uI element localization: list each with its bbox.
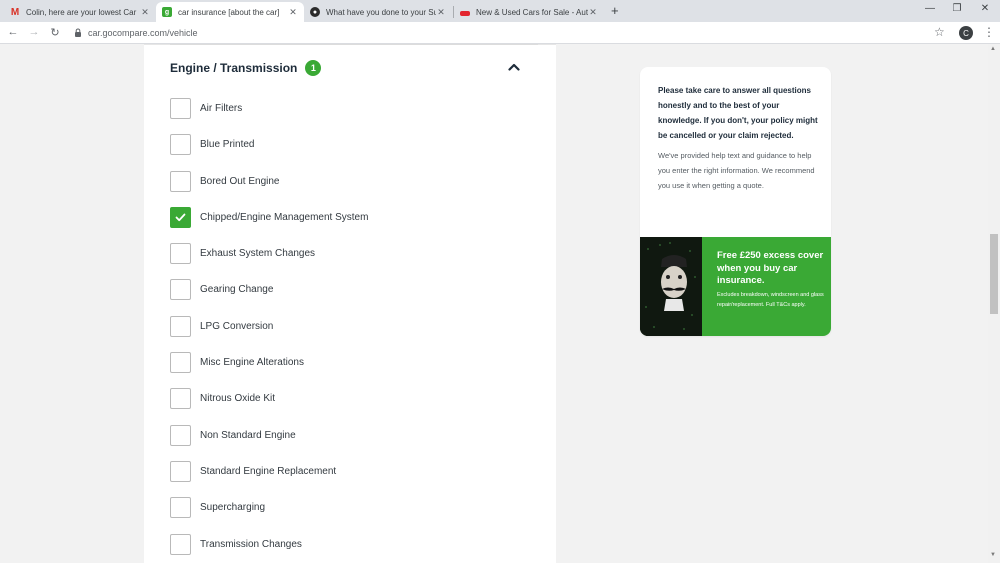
option-label: Chipped/Engine Management System: [200, 211, 369, 223]
option-label: Transmission Changes: [200, 538, 302, 550]
checkbox[interactable]: [170, 170, 191, 192]
option-bored-out-engine[interactable]: Bored Out Engine: [170, 170, 280, 192]
tab-title: What have you done to your Sup: [326, 7, 437, 17]
divider: [170, 44, 538, 45]
promo-terms: Excludes breakdown, windscreen and glass…: [717, 292, 824, 308]
option-transmission-changes[interactable]: Transmission Changes: [170, 533, 302, 555]
excess-cover-promo[interactable]: Free £250 excess cover when you buy car …: [640, 237, 831, 336]
forward-icon[interactable]: →: [27, 26, 41, 38]
new-tab-icon[interactable]: +: [611, 3, 619, 18]
back-icon[interactable]: ←: [6, 26, 20, 38]
lock-icon: [75, 28, 81, 37]
tab-autotrader[interactable]: New & Used Cars for Sale - Auto ✕: [454, 2, 604, 22]
option-exhaust-system-changes[interactable]: Exhaust System Changes: [170, 242, 315, 264]
gmail-icon: M: [10, 6, 20, 18]
checkbox-checked[interactable]: [170, 206, 191, 228]
chevron-up-icon[interactable]: [507, 60, 521, 74]
option-lpg-conversion[interactable]: LPG Conversion: [170, 315, 273, 337]
selected-count-badge: 1: [305, 60, 322, 76]
scroll-down-arrow-icon[interactable]: ▼: [990, 552, 996, 558]
tab-title: car insurance [about the car]: [178, 7, 280, 17]
option-label: LPG Conversion: [200, 320, 274, 332]
page-scrollbar[interactable]: ▲ ▼: [988, 44, 1000, 563]
section-header-engine-transmission[interactable]: Engine / Transmission 1: [170, 58, 522, 78]
option-label: Non Standard Engine: [200, 429, 296, 441]
scroll-up-arrow-icon[interactable]: ▲: [990, 46, 996, 52]
checkbox[interactable]: [170, 424, 191, 446]
vehicle-form-card: [144, 44, 556, 563]
option-label: Blue Printed: [200, 138, 255, 150]
honesty-notice: Please take care to answer all questions…: [658, 83, 818, 193]
mascot-face-icon: [640, 237, 702, 336]
close-tab-icon[interactable]: ✕: [436, 7, 446, 18]
option-label: Air Filters: [200, 102, 243, 114]
bookmark-star-icon[interactable]: ☆: [934, 25, 945, 39]
checkbox[interactable]: [170, 97, 191, 119]
option-label: Standard Engine Replacement: [200, 465, 337, 477]
minimize-icon[interactable]: —: [920, 3, 940, 14]
promo-mascot-image: [640, 237, 702, 336]
close-tab-icon[interactable]: ✕: [288, 7, 298, 18]
checkbox[interactable]: [170, 133, 191, 155]
option-misc-engine-alterations[interactable]: Misc Engine Alterations: [170, 351, 304, 373]
close-tab-icon[interactable]: ✕: [140, 7, 150, 18]
close-tab-icon[interactable]: ✕: [588, 7, 598, 18]
option-standard-engine-replacement[interactable]: Standard Engine Replacement: [170, 460, 336, 482]
option-gearing-change[interactable]: Gearing Change: [170, 278, 273, 300]
option-air-filters[interactable]: Air Filters: [170, 97, 242, 119]
menu-icon[interactable]: ⋮: [983, 25, 995, 39]
checkbox[interactable]: [170, 533, 191, 555]
option-label: Gearing Change: [200, 283, 274, 295]
url-field[interactable]: car.gocompare.com/vehicle: [88, 28, 198, 38]
option-chipped-engine-management[interactable]: Chipped/Engine Management System: [170, 206, 368, 228]
tab-title: New & Used Cars for Sale - Auto: [476, 7, 588, 17]
notice-warning-text: Please take care to answer all questions…: [658, 86, 818, 140]
profile-avatar[interactable]: C: [959, 26, 973, 40]
gocompare-icon: g: [162, 7, 172, 17]
checkbox[interactable]: [170, 278, 191, 300]
pistonheads-icon: ●: [310, 7, 320, 17]
tab-pistonheads[interactable]: ● What have you done to your Sup ✕: [304, 2, 452, 22]
address-bar: ← → ↻ car.gocompare.com/vehicle ☆ C ⋮: [0, 22, 1000, 44]
option-label: Misc Engine Alterations: [200, 356, 304, 368]
option-label: Exhaust System Changes: [200, 247, 316, 259]
help-side-card: Please take care to answer all questions…: [640, 67, 831, 336]
reload-icon[interactable]: ↻: [48, 26, 62, 39]
checkbox[interactable]: [170, 387, 191, 409]
notice-guidance-text: We've provided help text and guidance to…: [658, 151, 815, 190]
checkbox[interactable]: [170, 242, 191, 264]
checkbox[interactable]: [170, 351, 191, 373]
checkbox[interactable]: [170, 315, 191, 337]
option-non-standard-engine[interactable]: Non Standard Engine: [170, 424, 296, 446]
option-label: Bored Out Engine: [200, 175, 280, 187]
section-title: Engine / Transmission: [170, 61, 298, 75]
tab-title: Colin, here are your lowest Car In: [26, 7, 138, 17]
browser-tab-strip: M Colin, here are your lowest Car In ✕ g…: [0, 0, 1000, 22]
checkmark-icon: [175, 213, 186, 221]
scrollbar-thumb[interactable]: [990, 234, 998, 314]
tab-gmail[interactable]: M Colin, here are your lowest Car In ✕: [4, 2, 156, 22]
option-blue-printed[interactable]: Blue Printed: [170, 133, 254, 155]
option-nitrous-oxide-kit[interactable]: Nitrous Oxide Kit: [170, 387, 275, 409]
checkbox[interactable]: [170, 496, 191, 518]
option-supercharging[interactable]: Supercharging: [170, 496, 265, 518]
tab-gocompare[interactable]: g car insurance [about the car] ✕: [156, 2, 304, 22]
restore-icon[interactable]: ❐: [947, 3, 967, 14]
close-window-icon[interactable]: ✕: [975, 3, 995, 14]
option-label: Nitrous Oxide Kit: [200, 392, 276, 404]
page-content: Engine / Transmission 1 Air Filters Blue…: [0, 44, 988, 563]
autotrader-icon: [460, 10, 470, 16]
promo-headline: Free £250 excess cover when you buy car …: [717, 250, 824, 286]
option-label: Supercharging: [200, 501, 266, 513]
checkbox[interactable]: [170, 460, 191, 482]
